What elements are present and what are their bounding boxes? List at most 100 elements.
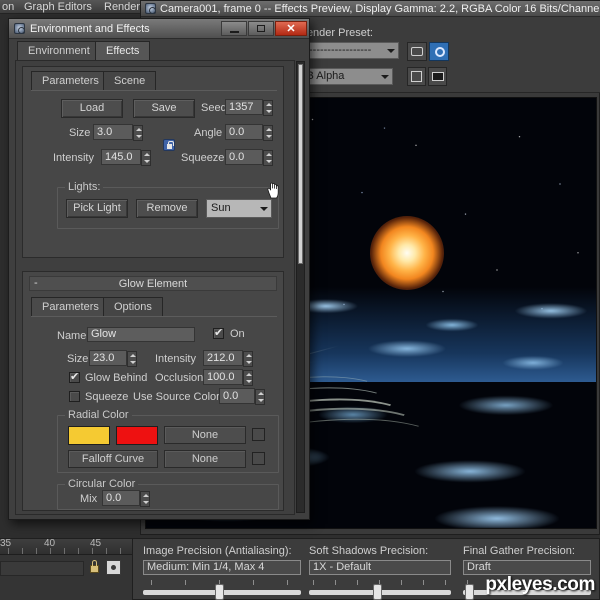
tab-environment[interactable]: Environment	[17, 41, 101, 60]
save-image-button[interactable]	[407, 67, 426, 86]
watermark: pxleyes.com	[485, 574, 595, 595]
spinner-arrows-icon[interactable]	[263, 100, 273, 116]
spinner-arrows-icon[interactable]	[140, 491, 150, 507]
timeline-ruler[interactable]: 35 40 45	[0, 538, 134, 555]
glow-intensity-spinner[interactable]: 212.0	[203, 350, 253, 367]
radial-map-checkbox-2[interactable]	[252, 452, 265, 465]
final-gather-thumb[interactable]	[465, 584, 474, 600]
chevron-down-icon	[381, 75, 389, 79]
render-frame-titlebar[interactable]: Camera001, frame 0 -- Effects Preview, D…	[141, 1, 600, 17]
subtab-scene[interactable]: Scene	[103, 71, 157, 90]
spinner-arrows-icon[interactable]	[127, 351, 137, 367]
environment-and-effects-dialog: Environment and Effects ✕ Environment Ef…	[8, 18, 310, 520]
final-gather-value[interactable]: Draft	[463, 560, 591, 575]
glow-squeeze-label: Squeeze	[85, 391, 129, 403]
spinner-arrows-icon[interactable]	[263, 150, 273, 166]
spinner-arrows-icon[interactable]	[243, 351, 253, 367]
dialog-body: Parameters Scene Load Save Seed 1357 Siz…	[15, 60, 295, 515]
image-precision-thumb[interactable]	[215, 584, 224, 600]
light-combo[interactable]: Sun	[206, 199, 272, 218]
dialog-scrollbar-thumb[interactable]	[298, 64, 303, 264]
glow-on-label: On	[230, 328, 245, 340]
timeline-tick-label: 40	[44, 538, 56, 549]
lights-group: Lights: Pick Light Remove Sun	[57, 181, 279, 229]
glow-intensity-label: Intensity	[155, 353, 196, 365]
glow-element-header[interactable]: - Glow Element	[29, 276, 277, 291]
glow-squeeze-checkbox[interactable]	[69, 391, 80, 402]
minimize-icon	[229, 30, 239, 33]
clone-icon	[411, 47, 423, 56]
sun-glow	[370, 215, 444, 290]
radial-map-checkbox-1[interactable]	[252, 428, 265, 441]
radial-map-button-2[interactable]: None	[164, 450, 246, 468]
rollout-collapse-icon[interactable]: -	[34, 276, 38, 290]
image-precision-value[interactable]: Medium: Min 1/4, Max 4	[143, 560, 301, 575]
image-precision-label: Image Precision (Antialiasing):	[143, 545, 292, 557]
max-app-icon	[14, 23, 25, 34]
radial-color-group: Radial Color None Falloff Curve None	[57, 409, 279, 473]
squeeze-spinner[interactable]: 0.0	[225, 149, 273, 166]
spinner-arrows-icon[interactable]	[133, 125, 143, 141]
glow-intensity-value: 212.0	[207, 352, 235, 364]
soft-shadows-thumb[interactable]	[373, 584, 382, 600]
subtab-parameters[interactable]: Parameters	[31, 71, 110, 90]
size-spinner[interactable]: 3.0	[93, 124, 143, 141]
circular-color-group-label: Circular Color	[65, 478, 139, 490]
close-icon: ✕	[286, 23, 296, 35]
radial-color-swatch-2[interactable]	[116, 426, 158, 445]
save-icon	[411, 71, 422, 82]
occlusion-label: Occlusion	[155, 372, 204, 384]
window-buttons: ✕	[221, 21, 307, 36]
mix-spinner[interactable]: 0.0	[102, 490, 150, 507]
angle-spinner[interactable]: 0.0	[225, 124, 273, 141]
pick-light-button[interactable]: Pick Light	[66, 199, 128, 218]
spinner-arrows-icon[interactable]	[243, 370, 253, 386]
save-button[interactable]: Save	[133, 99, 195, 118]
tab-effects[interactable]: Effects	[95, 41, 151, 60]
timeline-tick-label: 45	[90, 538, 102, 549]
occlusion-spinner[interactable]: 100.0	[203, 369, 253, 386]
subtab-divider	[31, 90, 277, 91]
remove-light-button[interactable]: Remove	[136, 199, 198, 218]
close-button[interactable]: ✕	[275, 21, 307, 36]
status-field[interactable]	[0, 561, 84, 576]
lights-group-label: Lights:	[65, 181, 104, 193]
soft-shadows-value[interactable]: 1X - Default	[309, 560, 451, 575]
dialog-scrollbar[interactable]	[296, 61, 305, 513]
render-frame-title: Camera001, frame 0 -- Effects Preview, D…	[160, 2, 600, 15]
panel-icon	[432, 72, 444, 81]
lock-icon[interactable]	[88, 560, 101, 575]
menu-item-rendering[interactable]: Renderi	[104, 1, 143, 13]
name-label: Name:	[57, 330, 90, 342]
radial-map-button-1[interactable]: None	[164, 426, 246, 444]
spinner-arrows-icon[interactable]	[255, 389, 265, 405]
key-mode-icon[interactable]	[106, 560, 121, 575]
toggle-ui-button[interactable]	[428, 67, 447, 86]
glow-subtab-parameters[interactable]: Parameters	[31, 297, 110, 316]
use-source-color-label: Use Source Color	[133, 391, 220, 403]
intensity-spinner[interactable]: 145.0	[101, 149, 151, 166]
glow-behind-checkbox[interactable]	[69, 370, 80, 383]
glow-element-title: Glow Element	[118, 278, 188, 290]
glow-subtab-options[interactable]: Options	[103, 297, 163, 316]
load-button[interactable]: Load	[61, 99, 123, 118]
spinner-arrows-icon[interactable]	[263, 125, 273, 141]
use-source-color-spinner[interactable]: 0.0	[219, 388, 265, 405]
spinner-arrows-icon[interactable]	[141, 150, 151, 166]
menu-item-animation[interactable]: on	[2, 1, 14, 13]
radial-color-swatch-1[interactable]	[68, 426, 110, 445]
dialog-titlebar[interactable]: Environment and Effects ✕	[9, 19, 309, 39]
minimize-button[interactable]	[221, 21, 247, 36]
menu-item-graph-editors[interactable]: Graph Editors	[24, 1, 92, 13]
falloff-curve-button[interactable]: Falloff Curve	[68, 450, 158, 468]
clone-render-button[interactable]	[407, 42, 427, 61]
maximize-button[interactable]	[248, 21, 274, 36]
glow-on-checkbox[interactable]	[213, 326, 224, 339]
glow-name-input[interactable]: Glow	[87, 327, 195, 342]
lock-size-icon[interactable]	[163, 139, 175, 151]
glow-subtab-divider	[31, 316, 277, 317]
render-button[interactable]	[429, 42, 449, 61]
seed-spinner[interactable]: 1357	[225, 99, 273, 116]
radial-color-group-label: Radial Color	[65, 409, 132, 421]
glow-size-spinner[interactable]: 23.0	[89, 350, 137, 367]
